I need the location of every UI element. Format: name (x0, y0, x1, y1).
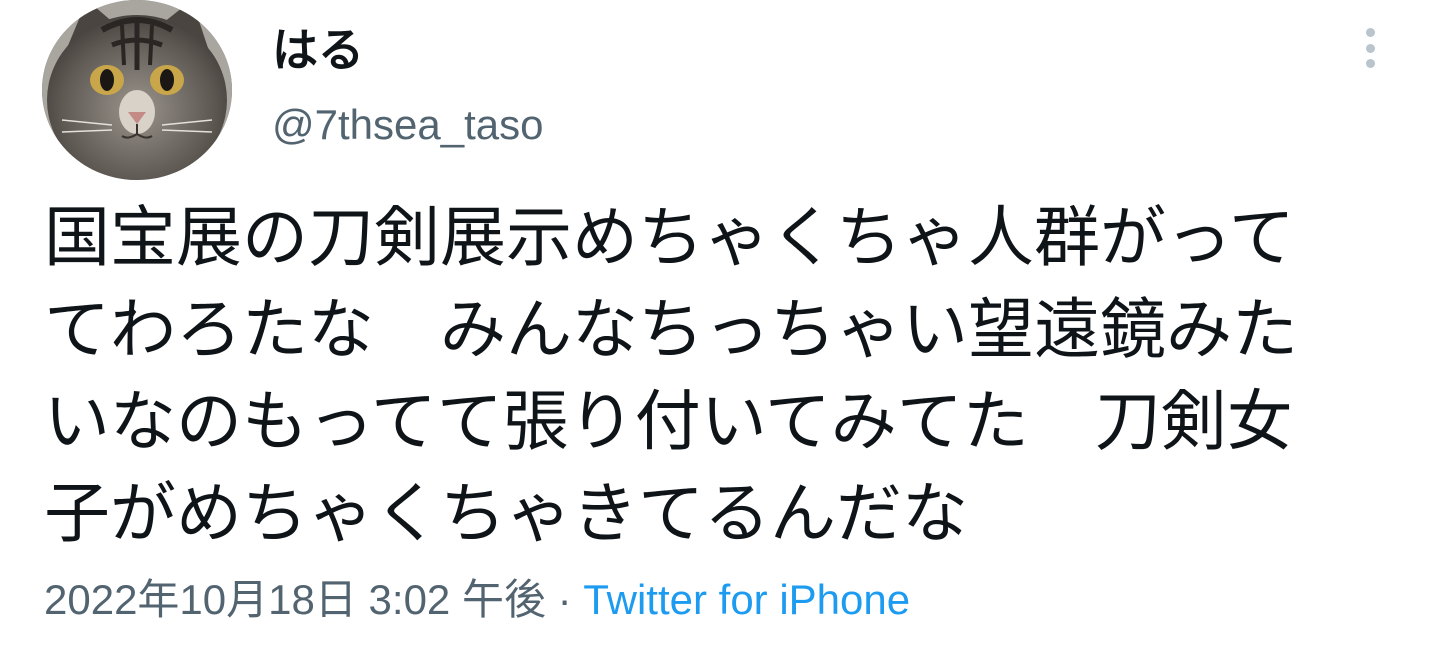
more-vertical-icon-dot (1365, 43, 1375, 53)
author-handle[interactable]: @7thsea_taso (272, 101, 543, 149)
tweet-text-line: 子がめちゃくちゃきてるんだな (44, 475, 968, 552)
cat-avatar-icon (42, 0, 232, 180)
separator-dot: · (557, 576, 572, 623)
tweet-source-link[interactable]: Twitter for iPhone (583, 576, 910, 623)
tweet-timestamp[interactable]: 2022年10月18日 3:02 午後 (44, 576, 546, 623)
more-vertical-icon-dot (1365, 59, 1375, 68)
author-avatar[interactable] (42, 0, 232, 180)
author-display-name[interactable]: はる (272, 24, 364, 76)
tweet-text: 国宝展の刀剣展示めちゃくちゃ人群がって てわろたな みんなちっちゃい望遠鏡みた … (44, 192, 1404, 560)
more-options-button[interactable] (1350, 22, 1390, 74)
tweet-text-line: いなのもってて張り付いてみてた 刀剣女 (44, 383, 1293, 460)
tweet-text-line: 国宝展の刀剣展示めちゃくちゃ人群がって (44, 199, 1295, 276)
tweet-meta: 2022年10月18日 3:02 午後 · Twitter for iPhone (44, 574, 910, 626)
tweet-text-line: てわろたな みんなちっちゃい望遠鏡みた (44, 291, 1298, 368)
meta-separator: · (558, 576, 584, 623)
more-vertical-icon (1365, 28, 1375, 37)
